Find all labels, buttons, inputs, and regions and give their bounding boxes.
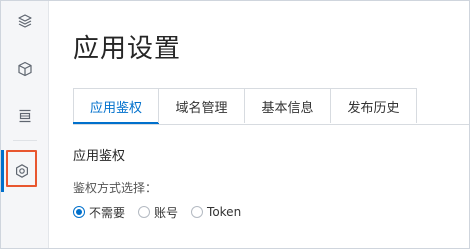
auth-method-label: 鉴权方式选择： <box>73 181 158 195</box>
tabs-divider <box>73 124 469 125</box>
tab-label: 应用鉴权 <box>89 100 142 116</box>
tab-domain-management[interactable]: 域名管理 <box>158 88 245 123</box>
stack-icon <box>19 109 30 123</box>
radio-label: 不需要 <box>89 205 126 220</box>
active-indicator <box>1 150 4 192</box>
radio-button[interactable] <box>191 206 204 218</box>
tab-publish-history[interactable]: 发布历史 <box>330 88 417 123</box>
tab-label: 发布历史 <box>347 100 400 116</box>
highlight-box <box>6 150 37 187</box>
radio-button[interactable] <box>73 206 85 218</box>
app-window: 应用设置 应用鉴权 域名管理 基本信息 发布历史 应用鉴权 鉴权方式选择： 不需… <box>0 0 470 249</box>
radio-option-none[interactable]: 不需要 <box>73 204 125 221</box>
main-content: 应用设置 应用鉴权 域名管理 基本信息 发布历史 应用鉴权 鉴权方式选择： 不需… <box>49 1 469 248</box>
tab-label: 域名管理 <box>175 100 228 116</box>
cube-icon <box>17 61 32 77</box>
tab-label: 基本信息 <box>261 100 314 116</box>
radio-button[interactable] <box>138 206 151 218</box>
sidebar-divider <box>13 140 37 141</box>
section-title: 应用鉴权 <box>73 149 126 164</box>
radio-label: 账号 <box>154 205 179 220</box>
sidebar-item-layers[interactable] <box>1 1 48 41</box>
radio-option-token[interactable]: Token <box>191 205 241 219</box>
tab-bar: 应用鉴权 域名管理 基本信息 发布历史 <box>73 88 417 124</box>
sidebar-item-cube[interactable] <box>1 49 48 89</box>
radio-option-account[interactable]: 账号 <box>138 204 178 221</box>
sidebar-item-settings[interactable] <box>1 150 48 192</box>
layers-icon <box>17 14 32 28</box>
page-title: 应用设置 <box>73 34 182 64</box>
sidebar <box>1 1 49 248</box>
tab-basic-info[interactable]: 基本信息 <box>244 88 331 123</box>
sidebar-item-stack[interactable] <box>1 96 48 136</box>
auth-method-radio-group: 不需要 账号 Token <box>73 203 254 221</box>
tab-app-auth[interactable]: 应用鉴权 <box>73 88 159 124</box>
radio-label: Token <box>207 205 242 219</box>
